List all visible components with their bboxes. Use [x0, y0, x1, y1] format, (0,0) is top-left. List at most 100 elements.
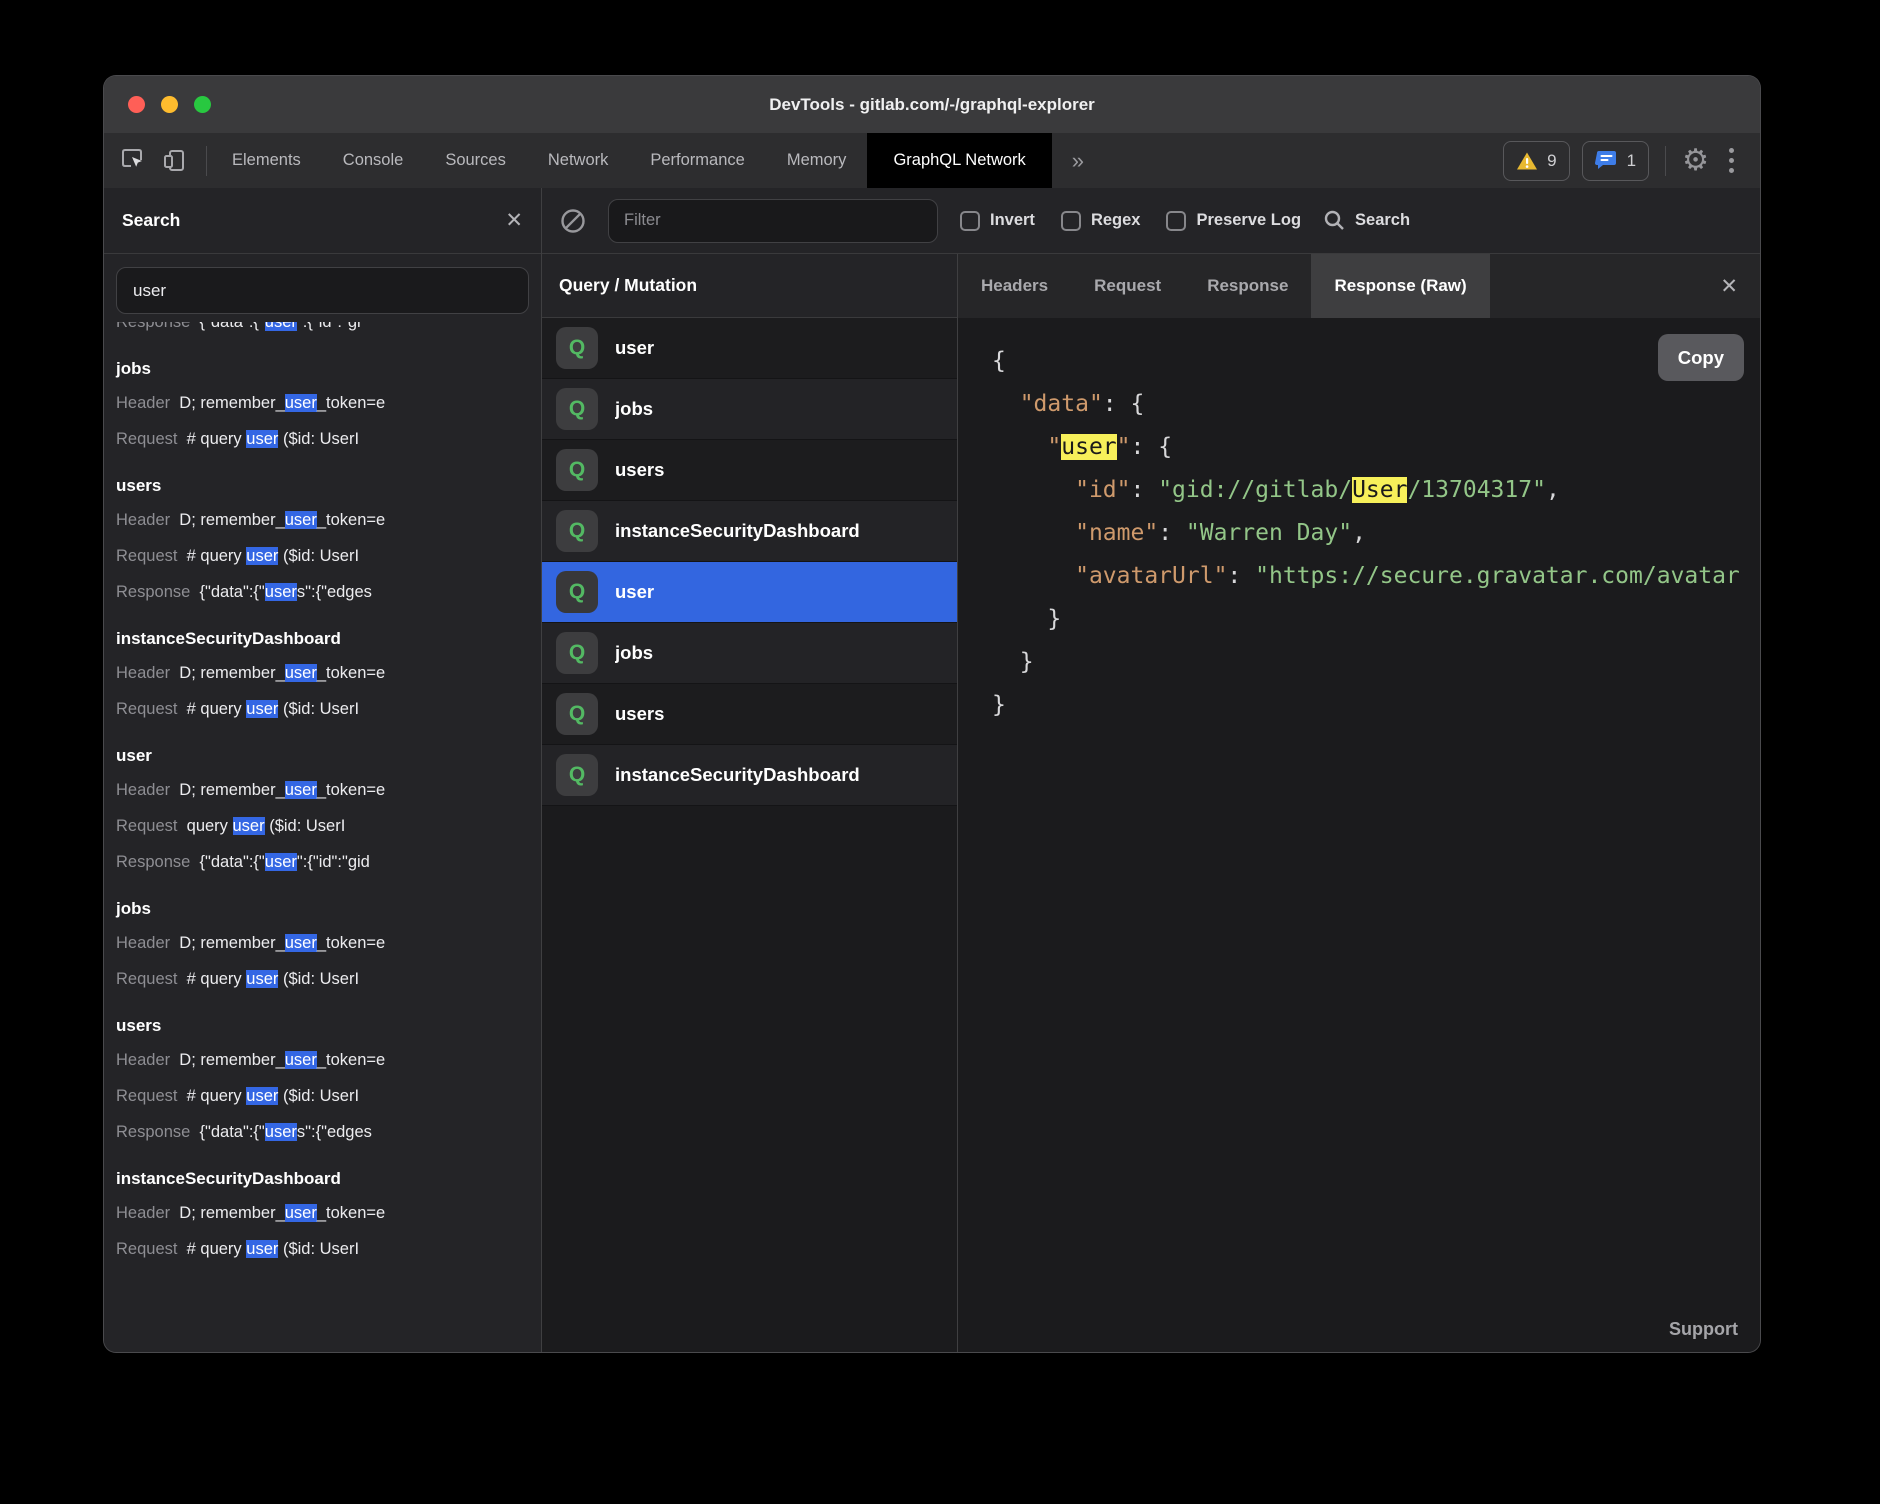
line-text: D; remember_ — [179, 511, 284, 529]
checkbox-invert[interactable]: Invert — [960, 211, 1035, 231]
kebab-menu-icon[interactable] — [1721, 148, 1742, 173]
query-row-label: jobs — [615, 642, 653, 664]
tab-network[interactable]: Network — [527, 133, 630, 188]
checkbox-preserve-log[interactable]: Preserve Log — [1166, 211, 1301, 231]
query-row-users[interactable]: Qusers — [542, 684, 957, 745]
checkbox-box-regex[interactable] — [1061, 211, 1081, 231]
window-title: DevTools - gitlab.com/-/graphql-explorer — [104, 95, 1760, 115]
search-result-entry[interactable]: instanceSecurityDashboardHeader D; remem… — [116, 1163, 541, 1267]
search-panel-close-icon[interactable]: ✕ — [505, 210, 523, 231]
json-indent — [992, 563, 1075, 589]
query-row-user[interactable]: Quser — [542, 318, 957, 379]
query-row-jobs[interactable]: Qjobs — [542, 623, 957, 684]
search-result-title: instanceSecurityDashboard — [116, 623, 541, 655]
search-panel: Search ✕ Response {"data":{"user":{"id":… — [104, 188, 542, 1352]
query-row-instancesecuritydashboard[interactable]: QinstanceSecurityDashboard — [542, 745, 957, 806]
query-row-user[interactable]: Quser — [542, 562, 957, 623]
search-input[interactable] — [116, 267, 529, 314]
line-text: # query — [187, 1240, 247, 1258]
line-text: _token=e — [317, 664, 385, 682]
more-tabs-button[interactable]: » — [1052, 148, 1104, 174]
search-result-entry[interactable]: Response {"data":{"user":{"id":"gi — [116, 322, 541, 340]
line-text: _token=e — [317, 1204, 385, 1222]
search-result-entry[interactable]: usersHeader D; remember_user_token=eRequ… — [116, 470, 541, 610]
json-indent — [992, 391, 1020, 417]
tab-graphql-network[interactable]: GraphQL Network — [867, 133, 1051, 188]
result-line-request: Request # query user ($id: UserI — [116, 421, 541, 457]
filter-input[interactable] — [608, 199, 938, 243]
search-result-entry[interactable]: instanceSecurityDashboardHeader D; remem… — [116, 623, 541, 727]
result-line-label: Request — [116, 1240, 177, 1258]
json-token: " — [1117, 434, 1131, 460]
tab-memory[interactable]: Memory — [766, 133, 868, 188]
search-result-entry[interactable]: usersHeader D; remember_user_token=eRequ… — [116, 1010, 541, 1150]
json-view: { "data": { "user": { "id": "gid://gitla… — [992, 340, 1760, 727]
query-type-icon: Q — [556, 693, 598, 735]
query-panel: Query / Mutation QuserQjobsQusersQinstan… — [542, 254, 958, 1352]
json-token: , — [1546, 477, 1560, 503]
match-highlight: user — [265, 583, 297, 601]
device-toolbar-icon[interactable] — [161, 147, 188, 174]
tab-performance[interactable]: Performance — [629, 133, 765, 188]
detail-tab-bar: HeadersRequestResponseResponse (Raw) ✕ — [958, 254, 1760, 318]
line-text: {"data":{" — [199, 583, 264, 601]
line-text: _token=e — [317, 1051, 385, 1069]
query-row-label: user — [615, 337, 654, 359]
detail-tab-response-raw[interactable]: Response (Raw) — [1311, 254, 1489, 318]
toolbar-search-button[interactable]: Search — [1323, 209, 1410, 232]
query-type-icon: Q — [556, 632, 598, 674]
result-line-header: Header D; remember_user_token=e — [116, 385, 541, 421]
json-line: "data": { — [992, 383, 1760, 426]
json-token: "id" — [1075, 477, 1130, 503]
result-line-label: Request — [116, 970, 177, 988]
search-result-entry[interactable]: userHeader D; remember_user_token=eReque… — [116, 740, 541, 880]
json-indent — [992, 434, 1047, 460]
result-line-header: Header D; remember_user_token=e — [116, 1195, 541, 1231]
line-text: s":{"edges — [297, 1123, 372, 1141]
line-text: _token=e — [317, 511, 385, 529]
clear-block-icon[interactable] — [560, 208, 586, 234]
detail-tab-request[interactable]: Request — [1071, 254, 1184, 318]
checkbox-box-preserve-log[interactable] — [1166, 211, 1186, 231]
line-separator — [170, 781, 179, 799]
query-row-instancesecuritydashboard[interactable]: QinstanceSecurityDashboard — [542, 501, 957, 562]
json-indent — [992, 606, 1047, 632]
match-highlight: user — [246, 547, 278, 565]
match-highlight: user — [285, 781, 317, 799]
query-row-users[interactable]: Qusers — [542, 440, 957, 501]
result-line-request: Request # query user ($id: UserI — [116, 538, 541, 574]
warnings-badge[interactable]: 9 — [1503, 141, 1569, 181]
tab-console[interactable]: Console — [322, 133, 425, 188]
query-row-label: users — [615, 459, 664, 481]
json-token: " — [1047, 434, 1061, 460]
json-line: } — [992, 598, 1760, 641]
support-link[interactable]: Support — [1669, 1319, 1738, 1340]
result-line-label: Header — [116, 781, 170, 799]
checkbox-box-invert[interactable] — [960, 211, 980, 231]
messages-badge[interactable]: 1 — [1582, 141, 1649, 181]
result-line-request: Request # query user ($id: UserI — [116, 1078, 541, 1114]
detail-tab-headers[interactable]: Headers — [958, 254, 1071, 318]
tab-elements[interactable]: Elements — [211, 133, 322, 188]
tab-sources[interactable]: Sources — [424, 133, 527, 188]
query-list: QuserQjobsQusersQinstanceSecurityDashboa… — [542, 318, 957, 1352]
match-highlight: user — [265, 853, 297, 871]
line-separator — [170, 1204, 179, 1222]
result-line-response: Response {"data":{"users":{"edges — [116, 1114, 541, 1150]
match-highlight: user — [285, 934, 317, 952]
query-row-jobs[interactable]: Qjobs — [542, 379, 957, 440]
search-result-entry[interactable]: jobsHeader D; remember_user_token=eReque… — [116, 893, 541, 997]
result-line-label: Response — [116, 322, 190, 331]
checkbox-regex[interactable]: Regex — [1061, 211, 1141, 231]
result-line-label: Request — [116, 1087, 177, 1105]
inspect-element-icon[interactable] — [120, 147, 147, 174]
settings-gear-icon[interactable]: ⚙ — [1682, 146, 1709, 176]
detail-close-icon[interactable]: ✕ — [1720, 254, 1760, 318]
search-result-entry[interactable]: jobsHeader D; remember_user_token=eReque… — [116, 353, 541, 457]
copy-button[interactable]: Copy — [1658, 334, 1744, 381]
json-token: : — [1130, 477, 1158, 503]
toolbar-search-label: Search — [1355, 211, 1410, 230]
search-result-title: users — [116, 1010, 541, 1042]
detail-tab-response[interactable]: Response — [1184, 254, 1311, 318]
line-separator — [170, 511, 179, 529]
